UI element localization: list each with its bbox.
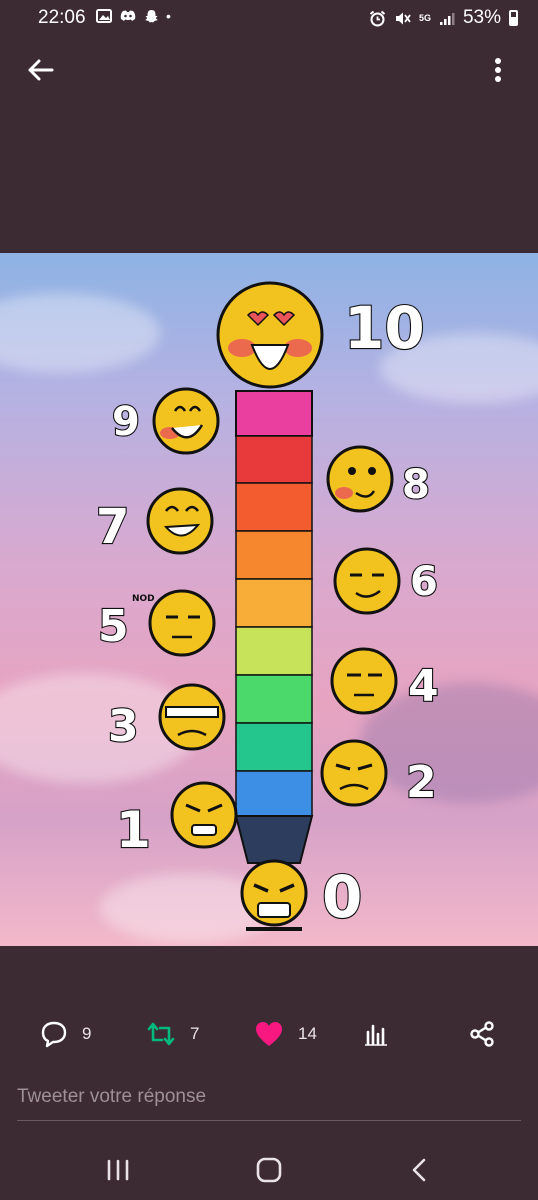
face-2	[320, 739, 388, 807]
signal-strength-icon	[439, 12, 455, 25]
face-5: NOD	[132, 589, 216, 657]
heart-icon	[256, 1022, 282, 1046]
retweet-count: 7	[190, 1024, 200, 1043]
label-1: 1	[116, 801, 151, 859]
face-0	[240, 859, 308, 931]
more-vertical-icon	[495, 58, 501, 82]
system-icons: 5G 53%	[369, 7, 518, 29]
retweet-button[interactable]: 7	[146, 1012, 199, 1056]
clock: 22:06	[38, 7, 86, 28]
face-1	[170, 781, 238, 849]
face-3	[158, 683, 226, 751]
recent-apps-icon	[107, 1159, 129, 1181]
label-7: 7	[96, 499, 129, 555]
retweet-icon	[147, 1022, 175, 1046]
discord-notification-icon	[120, 10, 136, 21]
battery-percentage: 53%	[462, 7, 501, 28]
tweet-media-image[interactable]: NOD 10 9 8 7 6 5 4 3 2 1 0	[0, 253, 538, 946]
emotion-scale-illustration: NOD 10 9 8 7 6 5 4 3 2 1 0	[95, 281, 440, 932]
share-icon	[470, 1021, 494, 1047]
label-9: 9	[112, 399, 140, 445]
share-button[interactable]	[468, 1012, 496, 1056]
analytics-button[interactable]	[362, 1012, 390, 1056]
back-button[interactable]	[22, 52, 58, 88]
more-options-button[interactable]	[480, 52, 516, 88]
face-10	[216, 281, 324, 389]
network-type-label: 5G	[418, 12, 431, 23]
face-4	[330, 647, 398, 715]
battery-icon	[509, 10, 518, 26]
nod-note: NOD	[132, 594, 155, 604]
face-6	[333, 547, 401, 615]
analytics-bars-icon	[365, 1024, 387, 1046]
face-7	[146, 487, 214, 555]
snapchat-notification-icon	[145, 9, 158, 22]
label-5: 5	[98, 601, 129, 652]
system-navigation-bar	[0, 1140, 538, 1200]
recent-apps-button[interactable]	[96, 1150, 140, 1190]
label-8: 8	[402, 462, 430, 508]
label-3: 3	[108, 701, 139, 752]
label-4: 4	[408, 661, 439, 712]
more-notifications-dot: •	[166, 8, 171, 24]
notification-icons: •	[96, 8, 171, 24]
reply-button[interactable]: 9	[40, 1012, 91, 1056]
tweet-actions-bar: 9 7 14	[0, 1012, 538, 1056]
label-0: 0	[322, 863, 362, 931]
like-button[interactable]: 14	[254, 1012, 317, 1056]
like-count: 14	[298, 1024, 317, 1043]
home-icon	[256, 1157, 282, 1183]
status-bar: 22:06 • 5G 53%	[0, 0, 538, 36]
reply-count: 9	[82, 1024, 92, 1043]
face-9	[152, 387, 220, 455]
nav-back-button[interactable]	[398, 1150, 442, 1190]
label-2: 2	[406, 757, 437, 808]
thermometer-scale	[234, 390, 314, 864]
media-viewer-header	[0, 46, 538, 96]
face-8	[326, 445, 394, 513]
speech-bubble-icon	[41, 1021, 67, 1048]
label-10: 10	[344, 294, 425, 362]
arrow-left-icon	[28, 59, 54, 81]
reply-input[interactable]: Tweeter votre réponse	[17, 1086, 521, 1121]
chevron-left-icon	[412, 1158, 426, 1182]
label-6: 6	[410, 559, 438, 605]
alarm-icon	[369, 10, 386, 26]
home-button[interactable]	[247, 1150, 291, 1190]
gallery-notification-icon	[96, 9, 112, 23]
mute-icon	[395, 12, 411, 24]
